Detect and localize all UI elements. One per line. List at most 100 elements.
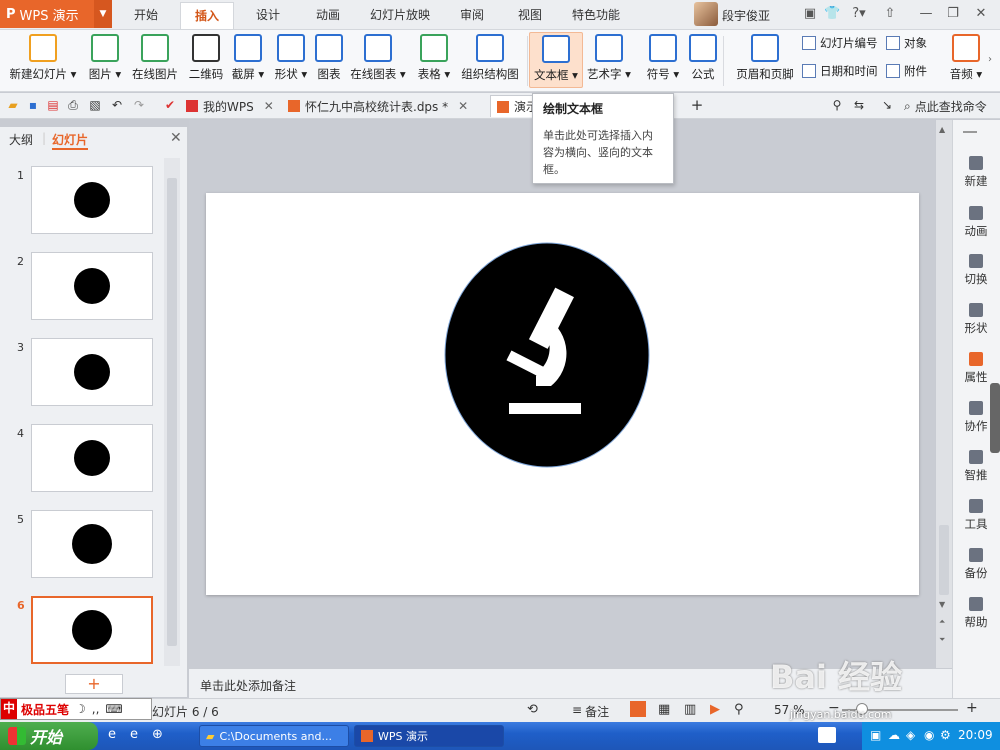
header-footer-button[interactable]: 页眉和页脚 bbox=[733, 32, 797, 88]
slideshow-icon[interactable]: ▶ bbox=[710, 702, 720, 717]
screenshot-button[interactable]: 截屏 ▾ bbox=[228, 32, 268, 88]
zoom-in-icon[interactable]: + bbox=[966, 700, 978, 716]
reading-view-icon[interactable]: ▥ bbox=[684, 702, 696, 717]
microscope-graphic[interactable] bbox=[206, 193, 919, 595]
object-button[interactable]: 对象 bbox=[886, 35, 927, 51]
chart-button[interactable]: 图表 bbox=[314, 32, 344, 88]
tray-icon-volume[interactable]: ◉ bbox=[924, 728, 934, 742]
doc-tab-0[interactable]: 我的WPS ✕ bbox=[180, 95, 280, 117]
online-chart-button[interactable]: 在线图表 ▾ bbox=[348, 32, 408, 88]
start-button[interactable]: 开始 bbox=[0, 722, 98, 750]
slide-thumbnail[interactable] bbox=[31, 596, 153, 664]
skin-icon[interactable]: ▣ bbox=[802, 6, 818, 22]
sorter-view-icon[interactable]: ▦ bbox=[658, 702, 670, 717]
sync-icon[interactable]: ⚲ bbox=[830, 98, 844, 112]
task-explorer[interactable]: ▰ C:\Documents and... bbox=[199, 725, 349, 747]
ribbon-scroll-right-icon[interactable]: › bbox=[988, 54, 992, 65]
slide-thumbnail[interactable] bbox=[31, 338, 153, 406]
picture-button[interactable]: 图片 ▾ bbox=[86, 32, 124, 88]
undo-icon[interactable]: ↶ bbox=[110, 98, 124, 112]
slide-thumbnail[interactable] bbox=[31, 252, 153, 320]
task-pane-item[interactable]: 智推 bbox=[952, 450, 1000, 483]
pi-button[interactable]: 公式 bbox=[686, 32, 720, 88]
record-icon[interactable] bbox=[818, 727, 836, 743]
scroll-thumb[interactable] bbox=[939, 525, 949, 595]
tray-icon-shield[interactable]: ◈ bbox=[906, 728, 915, 742]
menu-tab-2[interactable]: 设计 bbox=[246, 2, 290, 29]
slide-number-button[interactable]: 幻灯片编号 bbox=[802, 35, 878, 51]
omega-button[interactable]: 符号 ▾ bbox=[644, 32, 682, 88]
print-icon[interactable]: ⎙ bbox=[66, 98, 80, 112]
shirt-icon[interactable]: 👕 bbox=[824, 6, 840, 22]
task-pane-item[interactable]: 帮助 bbox=[952, 597, 1000, 630]
redo-icon[interactable]: ↷ bbox=[132, 98, 146, 112]
tray-icon-network[interactable]: ▣ bbox=[870, 728, 881, 742]
restore-ribbon-icon[interactable]: ⇧ bbox=[882, 6, 898, 22]
task-pane-item[interactable]: 切换 bbox=[952, 254, 1000, 287]
attachment-button[interactable]: 附件 bbox=[886, 63, 927, 79]
punctuation-icon[interactable]: ,, bbox=[92, 702, 100, 716]
tab-outline[interactable]: 大纲 bbox=[9, 131, 33, 148]
browser-icon[interactable]: ⊕ bbox=[152, 727, 163, 742]
tray-icon-cloud[interactable]: ☁ bbox=[888, 728, 900, 742]
close-tab-icon[interactable]: ✕ bbox=[458, 99, 468, 113]
pin-icon[interactable]: ↘ bbox=[880, 98, 894, 112]
ime-toolbar[interactable]: 中 极品五笔 ☽ ,, ⌨ bbox=[0, 698, 152, 720]
date-time-button[interactable]: 日期和时间 bbox=[802, 63, 878, 79]
minimize-icon[interactable]: — bbox=[918, 6, 934, 22]
normal-view-icon[interactable] bbox=[630, 701, 646, 717]
menu-tab-7[interactable]: 特色功能 bbox=[566, 2, 626, 29]
tab-slides[interactable]: 幻灯片 bbox=[52, 131, 89, 150]
slide-thumbnail[interactable] bbox=[31, 166, 153, 234]
history-icon[interactable]: ⟲ bbox=[527, 702, 538, 717]
ie-icon-2[interactable]: e bbox=[130, 727, 138, 742]
app-menu-button[interactable]: P WPS 演示 ▼ bbox=[0, 0, 112, 28]
menu-tab-5[interactable]: 审阅 bbox=[450, 2, 494, 29]
qrcode-button[interactable]: 二维码 bbox=[186, 32, 226, 88]
scroll-down-icon[interactable]: ▼ bbox=[939, 600, 945, 609]
menu-tab-4[interactable]: 幻灯片放映 bbox=[364, 2, 436, 29]
tray-icon-ime[interactable]: ⚙ bbox=[940, 728, 951, 742]
ie-icon[interactable]: e bbox=[108, 727, 116, 742]
share-icon[interactable]: ⇆ bbox=[852, 98, 866, 112]
task-pane-item[interactable]: 工具 bbox=[952, 499, 1000, 532]
moon-icon[interactable]: ☽ bbox=[75, 702, 86, 716]
add-slide-button[interactable]: + bbox=[65, 674, 123, 694]
task-pane-item[interactable]: 动画 bbox=[952, 206, 1000, 239]
wordart-button[interactable]: 艺术字 ▾ bbox=[584, 32, 634, 88]
task-pane-item[interactable]: 属性 bbox=[952, 352, 1000, 385]
close-tab-icon[interactable]: ✕ bbox=[264, 99, 274, 113]
slide-thumbnail[interactable] bbox=[31, 424, 153, 492]
org-chart-button[interactable]: 组织结构图 bbox=[458, 32, 522, 88]
menu-tab-1[interactable]: 插入 bbox=[180, 2, 234, 29]
customize-icon[interactable]: ✔ bbox=[163, 98, 177, 112]
table-button[interactable]: 表格 ▾ bbox=[414, 32, 454, 88]
export-pdf-icon[interactable]: ▤ bbox=[46, 98, 60, 112]
current-slide[interactable] bbox=[206, 193, 919, 595]
open-folder-icon[interactable]: ▰ bbox=[6, 98, 20, 112]
print-preview-icon[interactable]: ▧ bbox=[88, 98, 102, 112]
menu-tab-6[interactable]: 视图 bbox=[508, 2, 552, 29]
close-panel-icon[interactable]: ✕ bbox=[170, 130, 182, 146]
new-tab-icon[interactable]: + bbox=[690, 98, 704, 113]
keyboard-icon[interactable]: ⌨ bbox=[105, 702, 122, 716]
maximize-icon[interactable]: ❐ bbox=[945, 6, 961, 22]
side-collapse-handle[interactable] bbox=[990, 383, 1000, 453]
command-search[interactable]: ⌕ 点此查找命令 bbox=[904, 98, 987, 115]
doc-tab-1[interactable]: 怀仁九中高校统计表.dps * ✕ bbox=[282, 95, 474, 117]
new-slide-button[interactable]: 新建幻灯片 ▾ bbox=[6, 32, 80, 88]
menu-tab-3[interactable]: 动画 bbox=[306, 2, 350, 29]
menu-tab-0[interactable]: 开始 bbox=[124, 2, 168, 29]
prev-slide-icon[interactable]: ⏶ bbox=[939, 617, 945, 627]
slide-thumbnail[interactable] bbox=[31, 510, 153, 578]
task-pane-item[interactable]: 新建 bbox=[952, 156, 1000, 189]
task-wps[interactable]: WPS 演示 bbox=[354, 725, 504, 747]
user-name[interactable]: 段宇俊亚 bbox=[722, 7, 770, 24]
avatar[interactable] bbox=[694, 2, 718, 26]
presenter-icon[interactable]: ⚲ bbox=[734, 702, 744, 717]
task-pane-item[interactable]: 形状 bbox=[952, 303, 1000, 336]
save-icon[interactable]: ▪ bbox=[26, 98, 40, 112]
close-icon[interactable]: ✕ bbox=[973, 6, 989, 22]
help-icon[interactable]: ?▾ bbox=[848, 6, 870, 22]
online-picture-button[interactable]: 在线图片 bbox=[128, 32, 182, 88]
